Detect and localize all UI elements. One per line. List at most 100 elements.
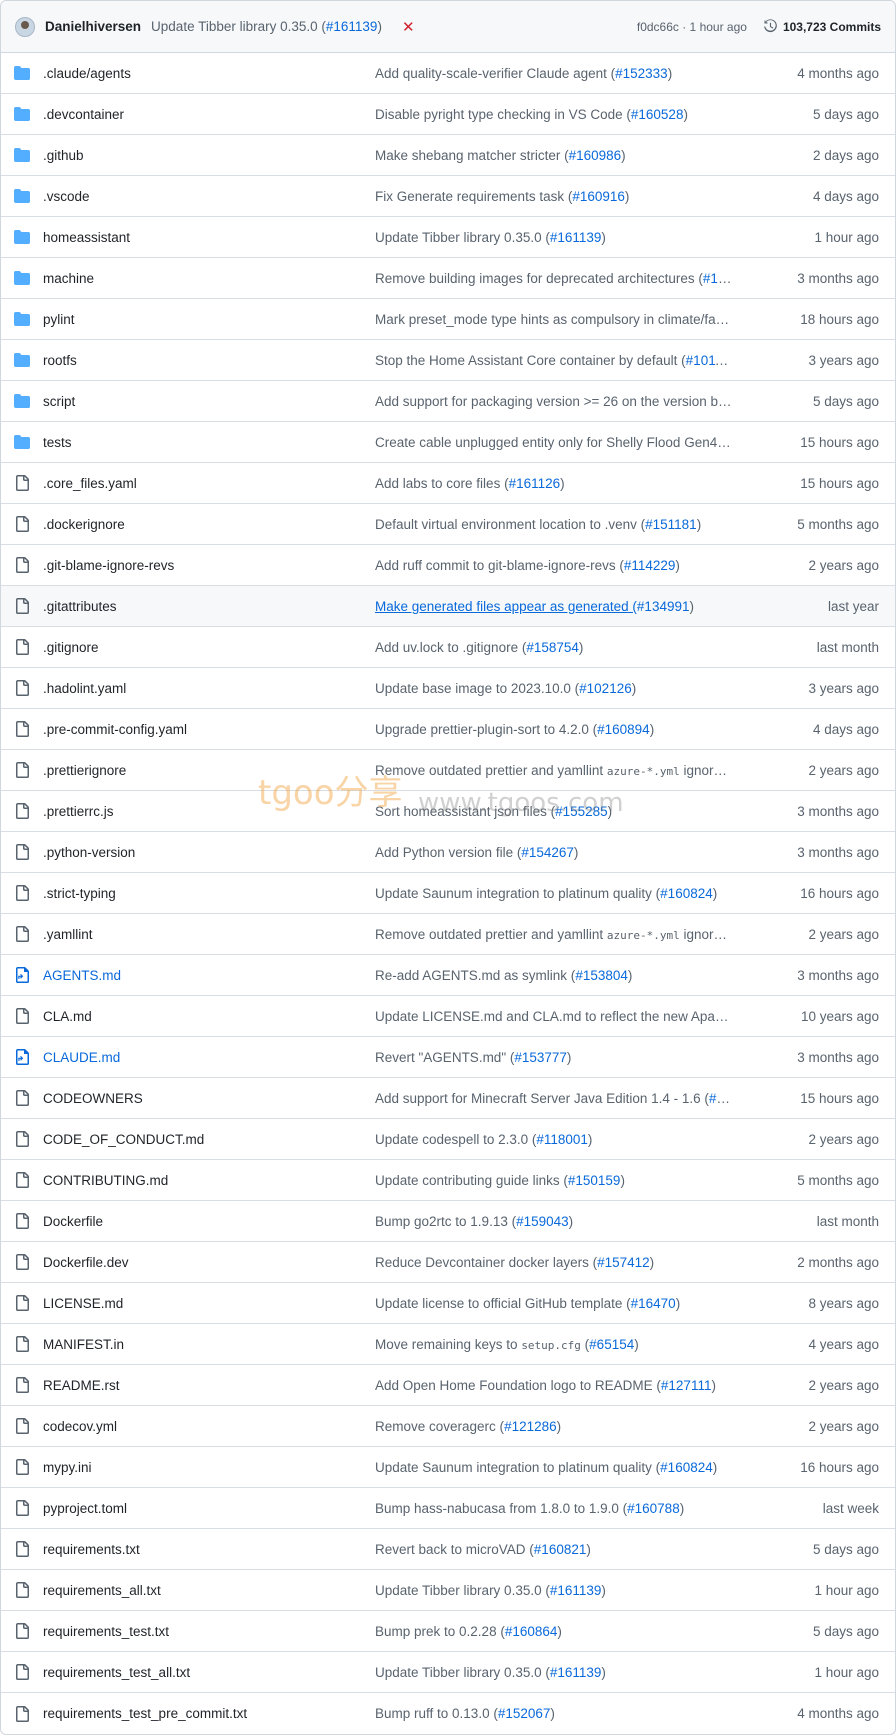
pr-link[interactable]: #160528	[631, 107, 684, 122]
pr-link[interactable]: #151181	[645, 517, 697, 532]
file-name-link[interactable]: AGENTS.md	[43, 968, 375, 983]
file-row[interactable]: CODEOWNERS Add support for Minecraft Serv…	[1, 1078, 895, 1119]
file-name-link[interactable]: .gitattributes	[43, 599, 375, 614]
pr-link[interactable]: #160824	[660, 886, 713, 901]
commit-message-link[interactable]: Remove outdated prettier and yamllint az…	[375, 763, 733, 778]
file-name-link[interactable]: homeassistant	[43, 230, 375, 245]
commit-message-link[interactable]: Move remaining keys to setup.cfg (#65154…	[375, 1337, 733, 1352]
pr-link[interactable]: #158754	[526, 640, 579, 655]
file-row[interactable]: codecov.yml Remove coveragerc (#121286) 2 …	[1, 1406, 895, 1447]
pr-link[interactable]: #102126	[579, 681, 632, 696]
file-row[interactable]: .yamllint Remove outdated prettier and ya…	[1, 914, 895, 955]
commit-message[interactable]: Update Tibber library 0.35.0 (#161139)	[151, 19, 382, 34]
file-name-link[interactable]: .devcontainer	[43, 107, 375, 122]
file-row[interactable]: .claude/agents Add quality-scale-verifier…	[1, 53, 895, 94]
file-name-link[interactable]: requirements_test_all.txt	[43, 1665, 375, 1680]
commit-message-link[interactable]: Add uv.lock to .gitignore (#158754)	[375, 640, 733, 655]
file-row[interactable]: .devcontainer Disable pyright type checki…	[1, 94, 895, 135]
commit-message-link[interactable]: Mark preset_mode type hints as compulsor…	[375, 312, 733, 327]
commit-message-link[interactable]: Disable pyright type checking in VS Code…	[375, 107, 733, 122]
commit-message-link[interactable]: Remove coveragerc (#121286)	[375, 1419, 733, 1434]
file-row[interactable]: .hadolint.yaml Update base image to 2023.…	[1, 668, 895, 709]
file-name-link[interactable]: .core_files.yaml	[43, 476, 375, 491]
pr-link[interactable]: #160916	[572, 189, 625, 204]
file-name-link[interactable]: tests	[43, 435, 375, 450]
file-name-link[interactable]: .github	[43, 148, 375, 163]
commit-message-link[interactable]: Revert back to microVAD (#160821)	[375, 1542, 733, 1557]
commit-sha[interactable]: f0dc66c · 1 hour ago	[637, 20, 747, 34]
commit-message-link[interactable]: Update Saunum integration to platinum qu…	[375, 886, 733, 901]
pr-link[interactable]: #160986	[569, 148, 622, 163]
file-row[interactable]: .prettierignore Remove outdated prettier …	[1, 750, 895, 791]
file-row[interactable]: Dockerfile.dev Reduce Devcontainer docker…	[1, 1242, 895, 1283]
file-name-link[interactable]: MANIFEST.in	[43, 1337, 375, 1352]
ci-failed-icon[interactable]: ✕	[402, 18, 415, 36]
file-row[interactable]: requirements_test_pre_commit.txt Bump ruf…	[1, 1693, 895, 1734]
file-name-link[interactable]: .dockerignore	[43, 517, 375, 532]
file-row[interactable]: .vscode Fix Generate requirements task (#…	[1, 176, 895, 217]
file-row[interactable]: .git-blame-ignore-revs Add ruff commit to…	[1, 545, 895, 586]
file-row[interactable]: requirements.txt Revert back to microVAD …	[1, 1529, 895, 1570]
file-row[interactable]: .gitignore Add uv.lock to .gitignore (#15…	[1, 627, 895, 668]
pr-link[interactable]: #160788	[627, 1501, 680, 1516]
commit-message-link[interactable]: Add ruff commit to git-blame-ignore-revs…	[375, 558, 733, 573]
commit-message-link[interactable]: Bump go2rtc to 1.9.13 (#159043)	[375, 1214, 733, 1229]
file-name-link[interactable]: machine	[43, 271, 375, 286]
file-name-link[interactable]: requirements_test.txt	[43, 1624, 375, 1639]
pr-link[interactable]: #134991	[637, 599, 690, 614]
commit-message-link[interactable]: Update Tibber library 0.35.0 (#161139)	[375, 230, 733, 245]
pr-link[interactable]: #161…	[709, 1091, 733, 1106]
file-name-link[interactable]: .prettierrc.js	[43, 804, 375, 819]
file-name-link[interactable]: CODEOWNERS	[43, 1091, 375, 1106]
pr-link[interactable]: #161139	[550, 230, 602, 245]
commit-message-link[interactable]: Reduce Devcontainer docker layers (#1574…	[375, 1255, 733, 1270]
file-row[interactable]: pyproject.toml Bump hass-nabucasa from 1.…	[1, 1488, 895, 1529]
file-name-link[interactable]: .pre-commit-config.yaml	[43, 722, 375, 737]
file-row[interactable]: rootfs Stop the Home Assistant Core conta…	[1, 340, 895, 381]
pr-link[interactable]: #121286	[504, 1419, 557, 1434]
commit-message-link[interactable]: Update Saunum integration to platinum qu…	[375, 1460, 733, 1475]
commit-message-link[interactable]: Make generated files appear as generated…	[375, 599, 733, 614]
pr-link[interactable]: #155…	[703, 271, 733, 286]
file-name-link[interactable]: mypy.ini	[43, 1460, 375, 1475]
commit-message-link[interactable]: Fix Generate requirements task (#160916)	[375, 189, 733, 204]
commit-message-link[interactable]: Bump ruff to 0.13.0 (#152067)	[375, 1706, 733, 1721]
file-row[interactable]: CLA.md Update LICENSE.md and CLA.md to re…	[1, 996, 895, 1037]
pr-link[interactable]: #159043	[516, 1214, 569, 1229]
file-name-link[interactable]: .python-version	[43, 845, 375, 860]
file-row[interactable]: requirements_all.txt Update Tibber librar…	[1, 1570, 895, 1611]
file-name-link[interactable]: pyproject.toml	[43, 1501, 375, 1516]
file-row[interactable]: .pre-commit-config.yaml Upgrade prettier-…	[1, 709, 895, 750]
file-name-link[interactable]: .gitignore	[43, 640, 375, 655]
file-row[interactable]: README.rst Add Open Home Foundation logo …	[1, 1365, 895, 1406]
pr-link[interactable]: #155285	[555, 804, 608, 819]
file-name-link[interactable]: pylint	[43, 312, 375, 327]
commit-message-link[interactable]: Add quality-scale-verifier Claude agent …	[375, 66, 733, 81]
file-name-link[interactable]: CONTRIBUTING.md	[43, 1173, 375, 1188]
pr-link[interactable]: #154267	[521, 845, 574, 860]
file-name-link[interactable]: requirements_test_pre_commit.txt	[43, 1706, 375, 1721]
pr-link[interactable]: #150159	[568, 1173, 621, 1188]
commit-message-link[interactable]: Create cable unplugged entity only for S…	[375, 435, 733, 450]
commit-message-link[interactable]: Add labs to core files (#161126)	[375, 476, 733, 491]
file-name-link[interactable]: CODE_OF_CONDUCT.md	[43, 1132, 375, 1147]
commit-message-link[interactable]: Add Open Home Foundation logo to README …	[375, 1378, 733, 1393]
pr-link[interactable]: #153804	[575, 968, 628, 983]
file-name-link[interactable]: codecov.yml	[43, 1419, 375, 1434]
file-name-link[interactable]: LICENSE.md	[43, 1296, 375, 1311]
file-name-link[interactable]: requirements_all.txt	[43, 1583, 375, 1598]
commit-message-link[interactable]: Re-add AGENTS.md as symlink (#153804)	[375, 968, 733, 983]
file-name-link[interactable]: rootfs	[43, 353, 375, 368]
pr-link[interactable]: #127111	[661, 1378, 712, 1393]
pr-link[interactable]: #161139	[550, 1583, 602, 1598]
pr-link[interactable]: #161126	[509, 476, 561, 491]
pr-link[interactable]: #157412	[597, 1255, 650, 1270]
commit-message-link[interactable]: Update LICENSE.md and CLA.md to reflect …	[375, 1009, 733, 1024]
file-name-link[interactable]: .vscode	[43, 189, 375, 204]
commit-message-link[interactable]: Update Tibber library 0.35.0 (#161139)	[375, 1665, 733, 1680]
commit-message-link[interactable]: Sort homeassistant json files (#155285)	[375, 804, 733, 819]
file-name-link[interactable]: Dockerfile	[43, 1214, 375, 1229]
commit-message-link[interactable]: Add support for packaging version >= 26 …	[375, 394, 733, 409]
pr-link[interactable]: #161139	[550, 1665, 602, 1680]
file-name-link[interactable]: CLA.md	[43, 1009, 375, 1024]
